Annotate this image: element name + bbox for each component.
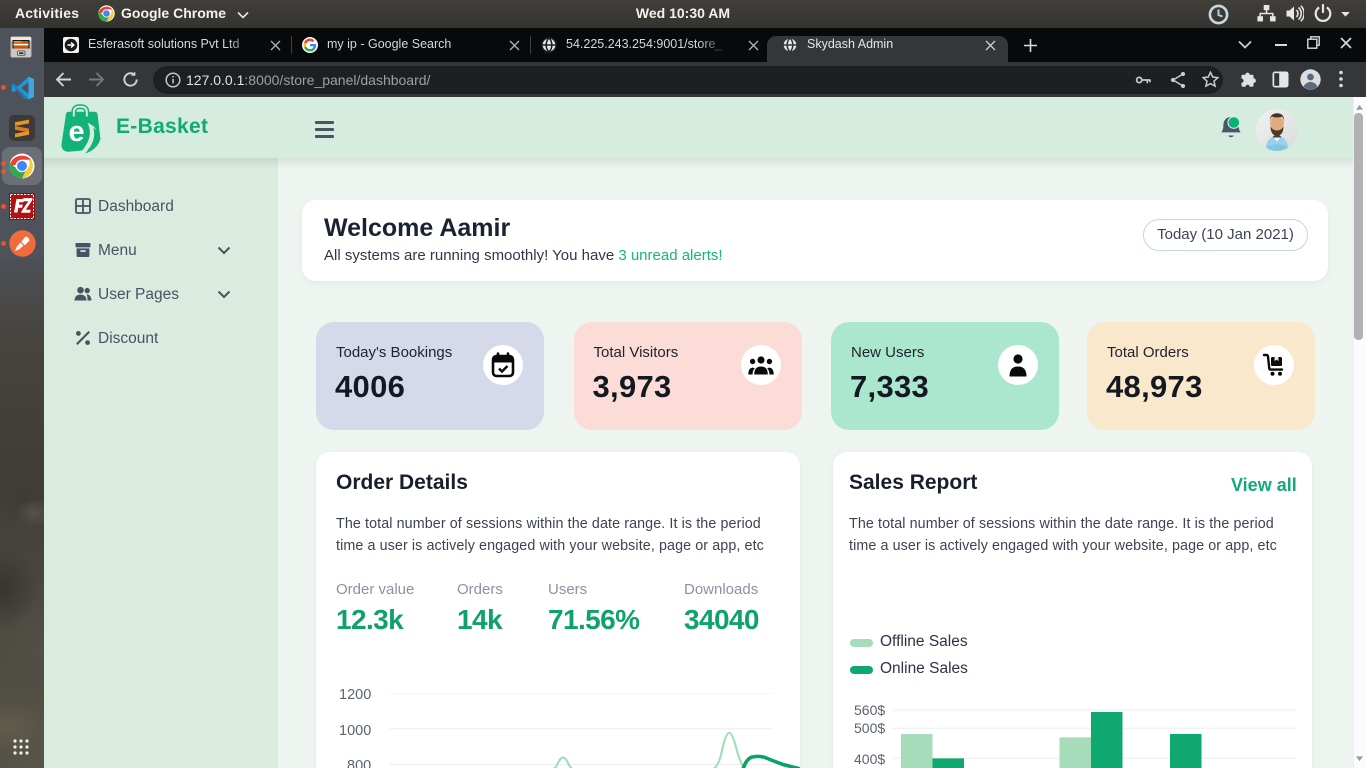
svg-text:e: e [69,116,85,148]
